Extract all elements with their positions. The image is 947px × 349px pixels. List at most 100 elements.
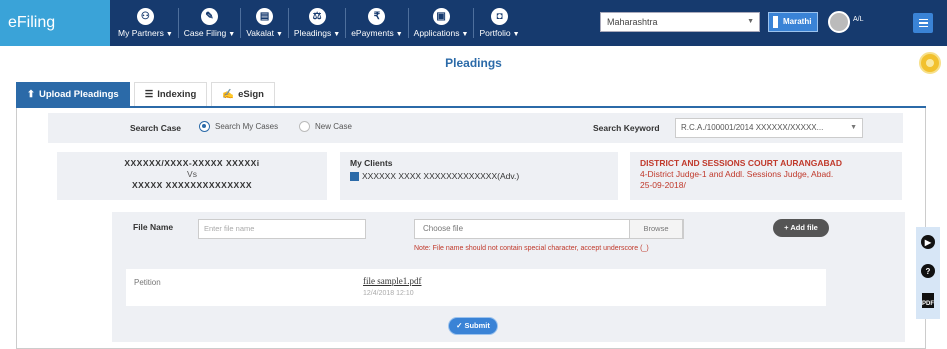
state-select-value: Maharashtra [607, 17, 658, 27]
file-name-input[interactable]: Enter file name [198, 219, 366, 239]
search-keyword-select[interactable]: R.C.A./100001/2014 XXXXXX/XXXXX... ▼ [675, 118, 863, 138]
user-label: A/L [853, 16, 864, 23]
nav-item-text: Applications [413, 28, 460, 38]
my-clients-label: My Clients [350, 158, 393, 168]
nav-item-label: Case Filing ▼ [184, 28, 235, 38]
nav-item-case-filing[interactable]: ✎ Case Filing ▼ [179, 2, 240, 44]
rupee-icon: ₹ [368, 8, 386, 25]
nav-item-label: Applications ▼ [414, 28, 469, 38]
radio-new-case[interactable] [299, 121, 310, 132]
nav-item-text: Pleadings [293, 28, 332, 38]
chevron-down-icon: ▼ [747, 18, 754, 25]
nav-item-my-partners[interactable]: ⚇ My Partners ▼ [113, 2, 178, 44]
users-icon: ⚇ [136, 8, 154, 25]
briefcase-icon: ◘ [491, 8, 508, 25]
uploaded-file-type: Petition [134, 278, 161, 287]
petitioner-name: XXXXXX/XXXX-XXXXX XXXXXi [124, 158, 260, 168]
tab-indexing[interactable]: ☰ Indexing [133, 82, 208, 106]
search-keyword-value: R.C.A./100001/2014 XXXXXX/XXXXX... [681, 123, 824, 132]
nav-item-text: ePayments [351, 28, 394, 38]
chevron-down-icon: ▼ [333, 31, 341, 38]
page-title: Pleadings [445, 56, 502, 70]
browse-button[interactable]: Browse [629, 219, 683, 239]
state-select[interactable]: Maharashtra ▼ [600, 12, 760, 32]
search-keyword-label: Search Keyword [593, 123, 660, 133]
file-name-note-text: Note: File name should not contain speci… [414, 245, 639, 252]
tab-upload-pleadings[interactable]: ⬆ Upload Pleadings [16, 82, 130, 106]
chevron-down-icon: ▼ [850, 124, 857, 131]
main-nav: ⚇ My Partners ▼ ✎ Case Filing ▼ ▤ Vakalat ▼ ⚖ Plea… [113, 2, 525, 44]
nav-item-applications[interactable]: ▣ Applications ▼ [409, 2, 474, 44]
side-tools: ▶ ? PDF [916, 227, 940, 319]
nav-item-epayments[interactable]: ₹ ePayments ▼ [346, 2, 407, 44]
gavel-icon: ⚖ [308, 8, 326, 25]
tab-label: Indexing [157, 89, 197, 100]
chevron-down-icon: ▼ [512, 31, 520, 38]
case-info-row: XXXXXX/XXXX-XXXXX XXXXXi Vs XXXXX XXXXXX… [57, 152, 902, 200]
top-navbar: eFiling Services ⚇ My Partners ▼ ✎ Case Fili… [0, 0, 947, 77]
pdf-icon[interactable]: PDF [922, 293, 934, 308]
hamburger-menu-icon[interactable] [913, 13, 933, 33]
chevron-down-icon: ▼ [395, 31, 403, 38]
radio-search-my-cases[interactable] [199, 121, 210, 132]
play-icon[interactable]: ▶ [921, 235, 935, 249]
file-name-label: File Name [133, 222, 174, 232]
nav-item-label: Vakalat ▼ [246, 28, 283, 38]
nav-item-text: My Partners [118, 28, 164, 38]
tab-bar: ⬆ Upload Pleadings ☰ Indexing ✍ eSign [16, 82, 279, 106]
uploaded-file-link[interactable]: file sample1.pdf [363, 276, 421, 286]
nav-item-label: My Partners ▼ [118, 28, 173, 38]
chevron-down-icon: ▼ [275, 31, 283, 38]
upload-icon: ⬆ [27, 89, 35, 100]
radio-new-case-label[interactable]: New Case [315, 122, 352, 131]
court-judge: 4-District Judge-1 and Addl. Sessions Ju… [640, 169, 834, 179]
chevron-down-icon: ▼ [165, 31, 173, 38]
versus-label: Vs [187, 169, 197, 179]
choose-file-label: Choose file [423, 224, 464, 233]
nav-item-vakalat[interactable]: ▤ Vakalat ▼ [241, 2, 288, 44]
client-checkbox[interactable] [350, 172, 359, 182]
my-clients-value: XXXXXX XXXX XXXXXXXXXXXXX(Adv.) [350, 171, 608, 182]
language-button-label: Marathi [783, 17, 812, 26]
nav-item-label: Portfolio ▼ [479, 28, 519, 38]
nav-item-pleadings[interactable]: ⚖ Pleadings ▼ [289, 2, 345, 44]
language-icon [773, 16, 778, 28]
my-clients-box: My Clients XXXXXX XXXX XXXXXXXXXXXXX(Adv… [340, 152, 618, 200]
respondent-name: XXXXX XXXXXXXXXXXXXX [131, 180, 253, 190]
uploaded-file-date: 12/4/2018 12:10 [363, 290, 414, 297]
language-button[interactable]: Marathi [768, 12, 818, 32]
radio-search-my-cases-label[interactable]: Search My Cases [215, 122, 278, 131]
add-file-button[interactable]: + Add file [773, 219, 829, 237]
user-sign-icon: ✍ [222, 89, 235, 100]
court-date: 25-09-2018/ [640, 180, 686, 190]
nav-item-label: Pleadings ▼ [294, 28, 340, 38]
nav-item-text: Case Filing [183, 28, 227, 38]
tab-esign[interactable]: ✍ eSign [211, 82, 275, 106]
tab-label: eSign [238, 89, 264, 100]
nav-item-text: Portfolio [479, 28, 511, 38]
pencil-icon: ✎ [201, 8, 218, 25]
file-upload-area: File Name Enter file name Choose file Br… [112, 212, 905, 342]
nav-item-portfolio[interactable]: ◘ Portfolio ▼ [474, 2, 524, 44]
submit-button[interactable]: ✓ Submit [448, 317, 498, 335]
avatar[interactable] [828, 11, 850, 33]
case-parties: XXXXXX/XXXX-XXXXX XXXXXi Vs XXXXX XXXXXX… [57, 152, 327, 200]
court-info: DISTRICT AND SESSIONS COURT AURANGABAD 4… [630, 152, 902, 200]
chevron-down-icon: ▼ [228, 31, 236, 38]
choose-file-input[interactable]: Choose file Browse [414, 219, 684, 239]
list-icon: ☰ [144, 89, 154, 100]
file-name-note-marker: (_) [640, 245, 649, 252]
search-case-row: Search Case Search My Cases New Case Sea… [48, 113, 903, 143]
file-name-note: Note: File name should not contain speci… [414, 244, 699, 254]
help-icon[interactable]: ? [921, 264, 935, 278]
uploaded-file-row: Petition file sample1.pdf 12/4/2018 12:1… [126, 269, 826, 306]
chevron-down-icon: ▼ [461, 31, 469, 38]
document-icon: ▤ [256, 8, 274, 25]
nav-item-text: Vakalat [246, 28, 274, 38]
search-case-label: Search Case [130, 123, 182, 133]
brand-title[interactable]: eFiling Services [0, 0, 110, 77]
tab-label: Upload Pleadings [38, 89, 119, 100]
nav-item-label: ePayments ▼ [351, 28, 402, 38]
client-name: XXXXXX XXXX XXXXXXXXXXXXX(Adv.) [362, 171, 520, 181]
court-name: DISTRICT AND SESSIONS COURT AURANGABAD [640, 158, 842, 168]
